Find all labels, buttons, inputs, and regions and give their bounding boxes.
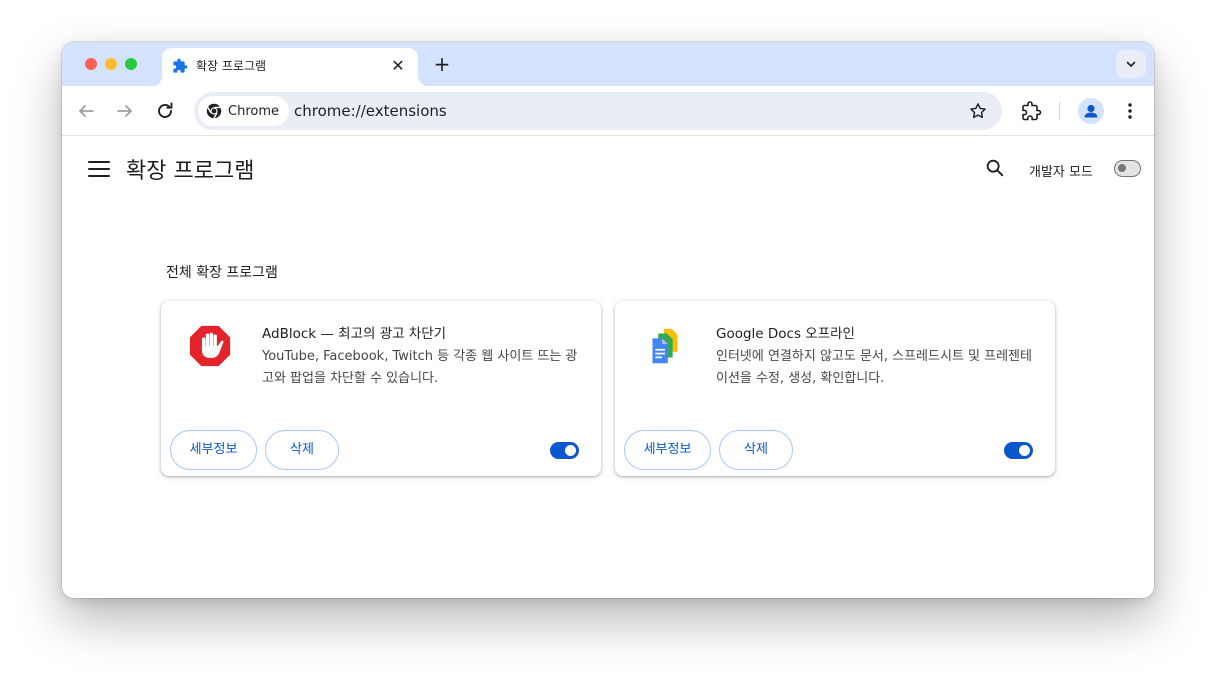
google-docs-icon [652,328,678,364]
section-title: 전체 확장 프로그램 [166,265,278,281]
new-tab-button[interactable]: + [430,52,454,76]
reload-icon [158,102,173,118]
reload-button[interactable] [153,99,177,123]
arrow-left-icon [79,105,94,117]
toolbar-divider [1059,102,1060,120]
extension-enable-toggle[interactable] [550,442,579,459]
person-icon [1084,104,1098,118]
hamburger-menu-icon[interactable] [88,161,110,177]
remove-button[interactable]: 삭제 [265,430,339,470]
forward-button[interactable] [113,99,137,123]
details-button[interactable]: 세부정보 [170,430,257,470]
toggle-knob [1118,164,1126,172]
site-chip-label: Chrome [228,103,279,119]
tab-extensions[interactable]: 확장 프로그램 ✕ [162,48,418,86]
tab-search-button[interactable] [1116,50,1146,78]
profile-avatar[interactable] [1078,98,1104,124]
page-title: 확장 프로그램 [126,159,255,184]
toggle-knob [565,445,576,456]
star-icon[interactable] [968,101,988,121]
developer-mode-label: 개발자 모드 [1029,165,1093,180]
site-info-chip[interactable]: Chrome [198,96,289,126]
toggle-knob [1019,445,1030,456]
extension-description: YouTube, Facebook, Twitch 등 각종 웹 사이트 뜨는 … [262,349,578,386]
zoom-window-button[interactable] [125,58,137,70]
menu-button[interactable] [1118,99,1142,123]
kebab-icon [1128,103,1132,119]
back-button[interactable] [74,99,98,123]
extension-name: Google Docs 오프라인 [716,326,855,342]
remove-button[interactable]: 삭제 [719,430,793,470]
toolbar: Chrome chrome://extensions [62,86,1154,136]
close-icon[interactable]: ✕ [388,56,408,76]
tab-title: 확장 프로그램 [196,59,267,73]
extension-name: AdBlock — 최고의 광고 차단기 [262,326,447,342]
extension-enable-toggle[interactable] [1004,442,1033,459]
puzzle-outline-icon [1022,101,1042,121]
url-text[interactable]: chrome://extensions [294,102,447,120]
arrow-right-icon [117,105,132,117]
minimize-window-button[interactable] [105,58,117,70]
extensions-button[interactable] [1019,99,1043,123]
extension-description: 인터넷에 연결하지 않고도 문서, 스프레드시트 및 프레젠테이션을 수정, 생… [716,349,1032,386]
extensions-page: 확장 프로그램 개발자 모드 전체 확장 프로그램 AdBlock — 최고의 … [62,137,1154,598]
search-icon[interactable] [984,157,1006,179]
developer-mode-toggle[interactable] [1114,160,1141,177]
tab-strip: 확장 프로그램 ✕ + [62,42,1154,86]
extension-card: Google Docs 오프라인 인터넷에 연결하지 않고도 문서, 스프레드시… [615,301,1055,476]
puzzle-icon [173,58,188,73]
close-window-button[interactable] [85,58,97,70]
address-bar[interactable]: Chrome chrome://extensions [194,92,1002,130]
browser-window: 확장 프로그램 ✕ + Chrome chrome://extensions 확… [62,42,1154,598]
details-button[interactable]: 세부정보 [624,430,711,470]
extension-card: AdBlock — 최고의 광고 차단기 YouTube, Facebook, … [161,301,601,476]
adblock-hand-icon [189,325,231,367]
chrome-logo-icon [206,103,222,119]
chevron-down-icon [1126,61,1136,67]
